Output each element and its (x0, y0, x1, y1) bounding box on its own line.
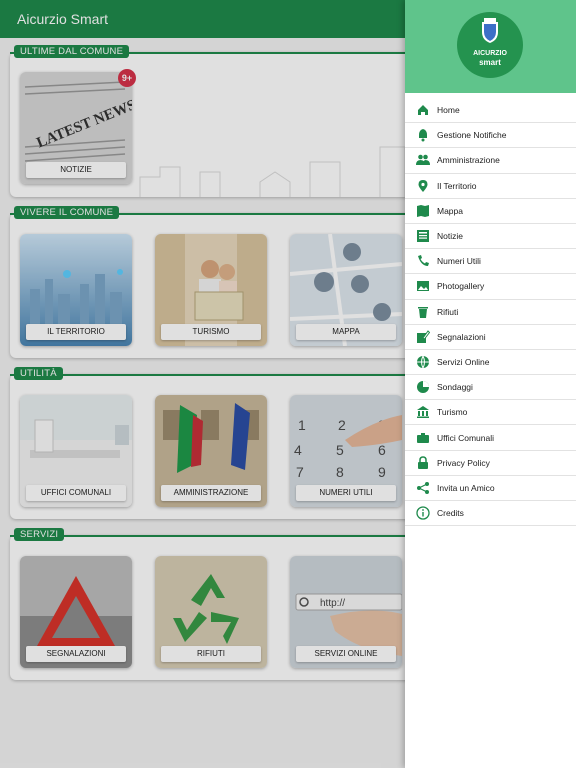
drawer-item-credits[interactable]: Credits (405, 501, 576, 527)
drawer-item-label: Notizie (437, 231, 463, 242)
drawer-item-label: Home (437, 105, 460, 116)
drawer-item-label: Turismo (437, 407, 468, 418)
drawer-item-turismo[interactable]: Turismo (405, 400, 576, 426)
drawer-header: AICURZIO smart (405, 0, 576, 93)
drawer-item-amministrazione[interactable]: Amministrazione (405, 148, 576, 174)
newspaper-icon (417, 230, 429, 243)
trash-icon (418, 306, 428, 318)
globe-icon (417, 355, 429, 369)
drawer-item-photogallery[interactable]: Photogallery (405, 274, 576, 300)
navigation-drawer: AICURZIO smart Home Gestione Notifiche Amm… (405, 0, 576, 768)
phone-icon (418, 255, 429, 267)
drawer-item-label: Photogallery (437, 281, 485, 292)
drawer-item-label: Numeri Utili (437, 256, 481, 267)
drawer-item-label: Uffici Comunali (437, 432, 495, 443)
drawer-item-label: Il Territorio (437, 180, 477, 191)
drawer-item-label: Segnalazioni (437, 331, 486, 342)
drawer-item-numeri-utili[interactable]: Numeri Utili (405, 249, 576, 275)
drawer-item-label: Rifiuti (437, 306, 459, 317)
people-icon (416, 155, 430, 166)
pie-chart-icon (417, 381, 429, 394)
drawer-item-servizi-online[interactable]: Servizi Online (405, 350, 576, 376)
drawer-item-uffici-comunali[interactable]: Uffici Comunali (405, 425, 576, 451)
photo-icon (417, 281, 429, 292)
drawer-item-segnalazioni[interactable]: Segnalazioni (405, 325, 576, 350)
drawer-item-label: Servizi Online (437, 356, 490, 367)
logo-line1: AICURZIO (473, 50, 507, 57)
lock-icon (418, 455, 428, 469)
logo-line2: smart (479, 58, 501, 67)
location-pin-icon (418, 179, 428, 192)
drawer-item-sondaggi[interactable]: Sondaggi (405, 375, 576, 401)
aicurzio-smart-logo: AICURZIO smart (457, 12, 523, 78)
drawer-item-label: Gestione Notifiche (437, 130, 507, 141)
drawer-item-invita-un-amico[interactable]: Invita un Amico (405, 476, 576, 501)
drawer-item-label: Privacy Policy (437, 457, 490, 468)
drawer-item-home[interactable]: Home (405, 98, 576, 124)
drawer-item-label: Amministrazione (437, 155, 500, 166)
map-icon (417, 204, 429, 217)
info-icon (416, 506, 430, 520)
home-icon (418, 105, 428, 116)
drawer-menu: Home Gestione Notifiche Amministrazione Il … (405, 98, 576, 527)
drawer-item-label: Sondaggi (437, 382, 473, 393)
bell-icon (419, 129, 427, 142)
drawer-item-label: Credits (437, 508, 464, 519)
drawer-item-label: Mappa (437, 205, 463, 216)
bank-icon (417, 406, 429, 419)
share-icon (417, 481, 429, 494)
drawer-item-mappa[interactable]: Mappa (405, 199, 576, 224)
drawer-item-rifiuti[interactable]: Rifiuti (405, 300, 576, 325)
edit-icon (417, 330, 430, 343)
drawer-item-notizie[interactable]: Notizie (405, 224, 576, 250)
drawer-item-privacy-policy[interactable]: Privacy Policy (405, 451, 576, 476)
drawer-item-il-territorio[interactable]: Il Territorio (405, 174, 576, 199)
drawer-item-label: Invita un Amico (437, 482, 495, 493)
coat-of-arms-icon (482, 18, 498, 43)
briefcase-icon (417, 432, 429, 443)
drawer-item-gestione-notifiche[interactable]: Gestione Notifiche (405, 123, 576, 149)
